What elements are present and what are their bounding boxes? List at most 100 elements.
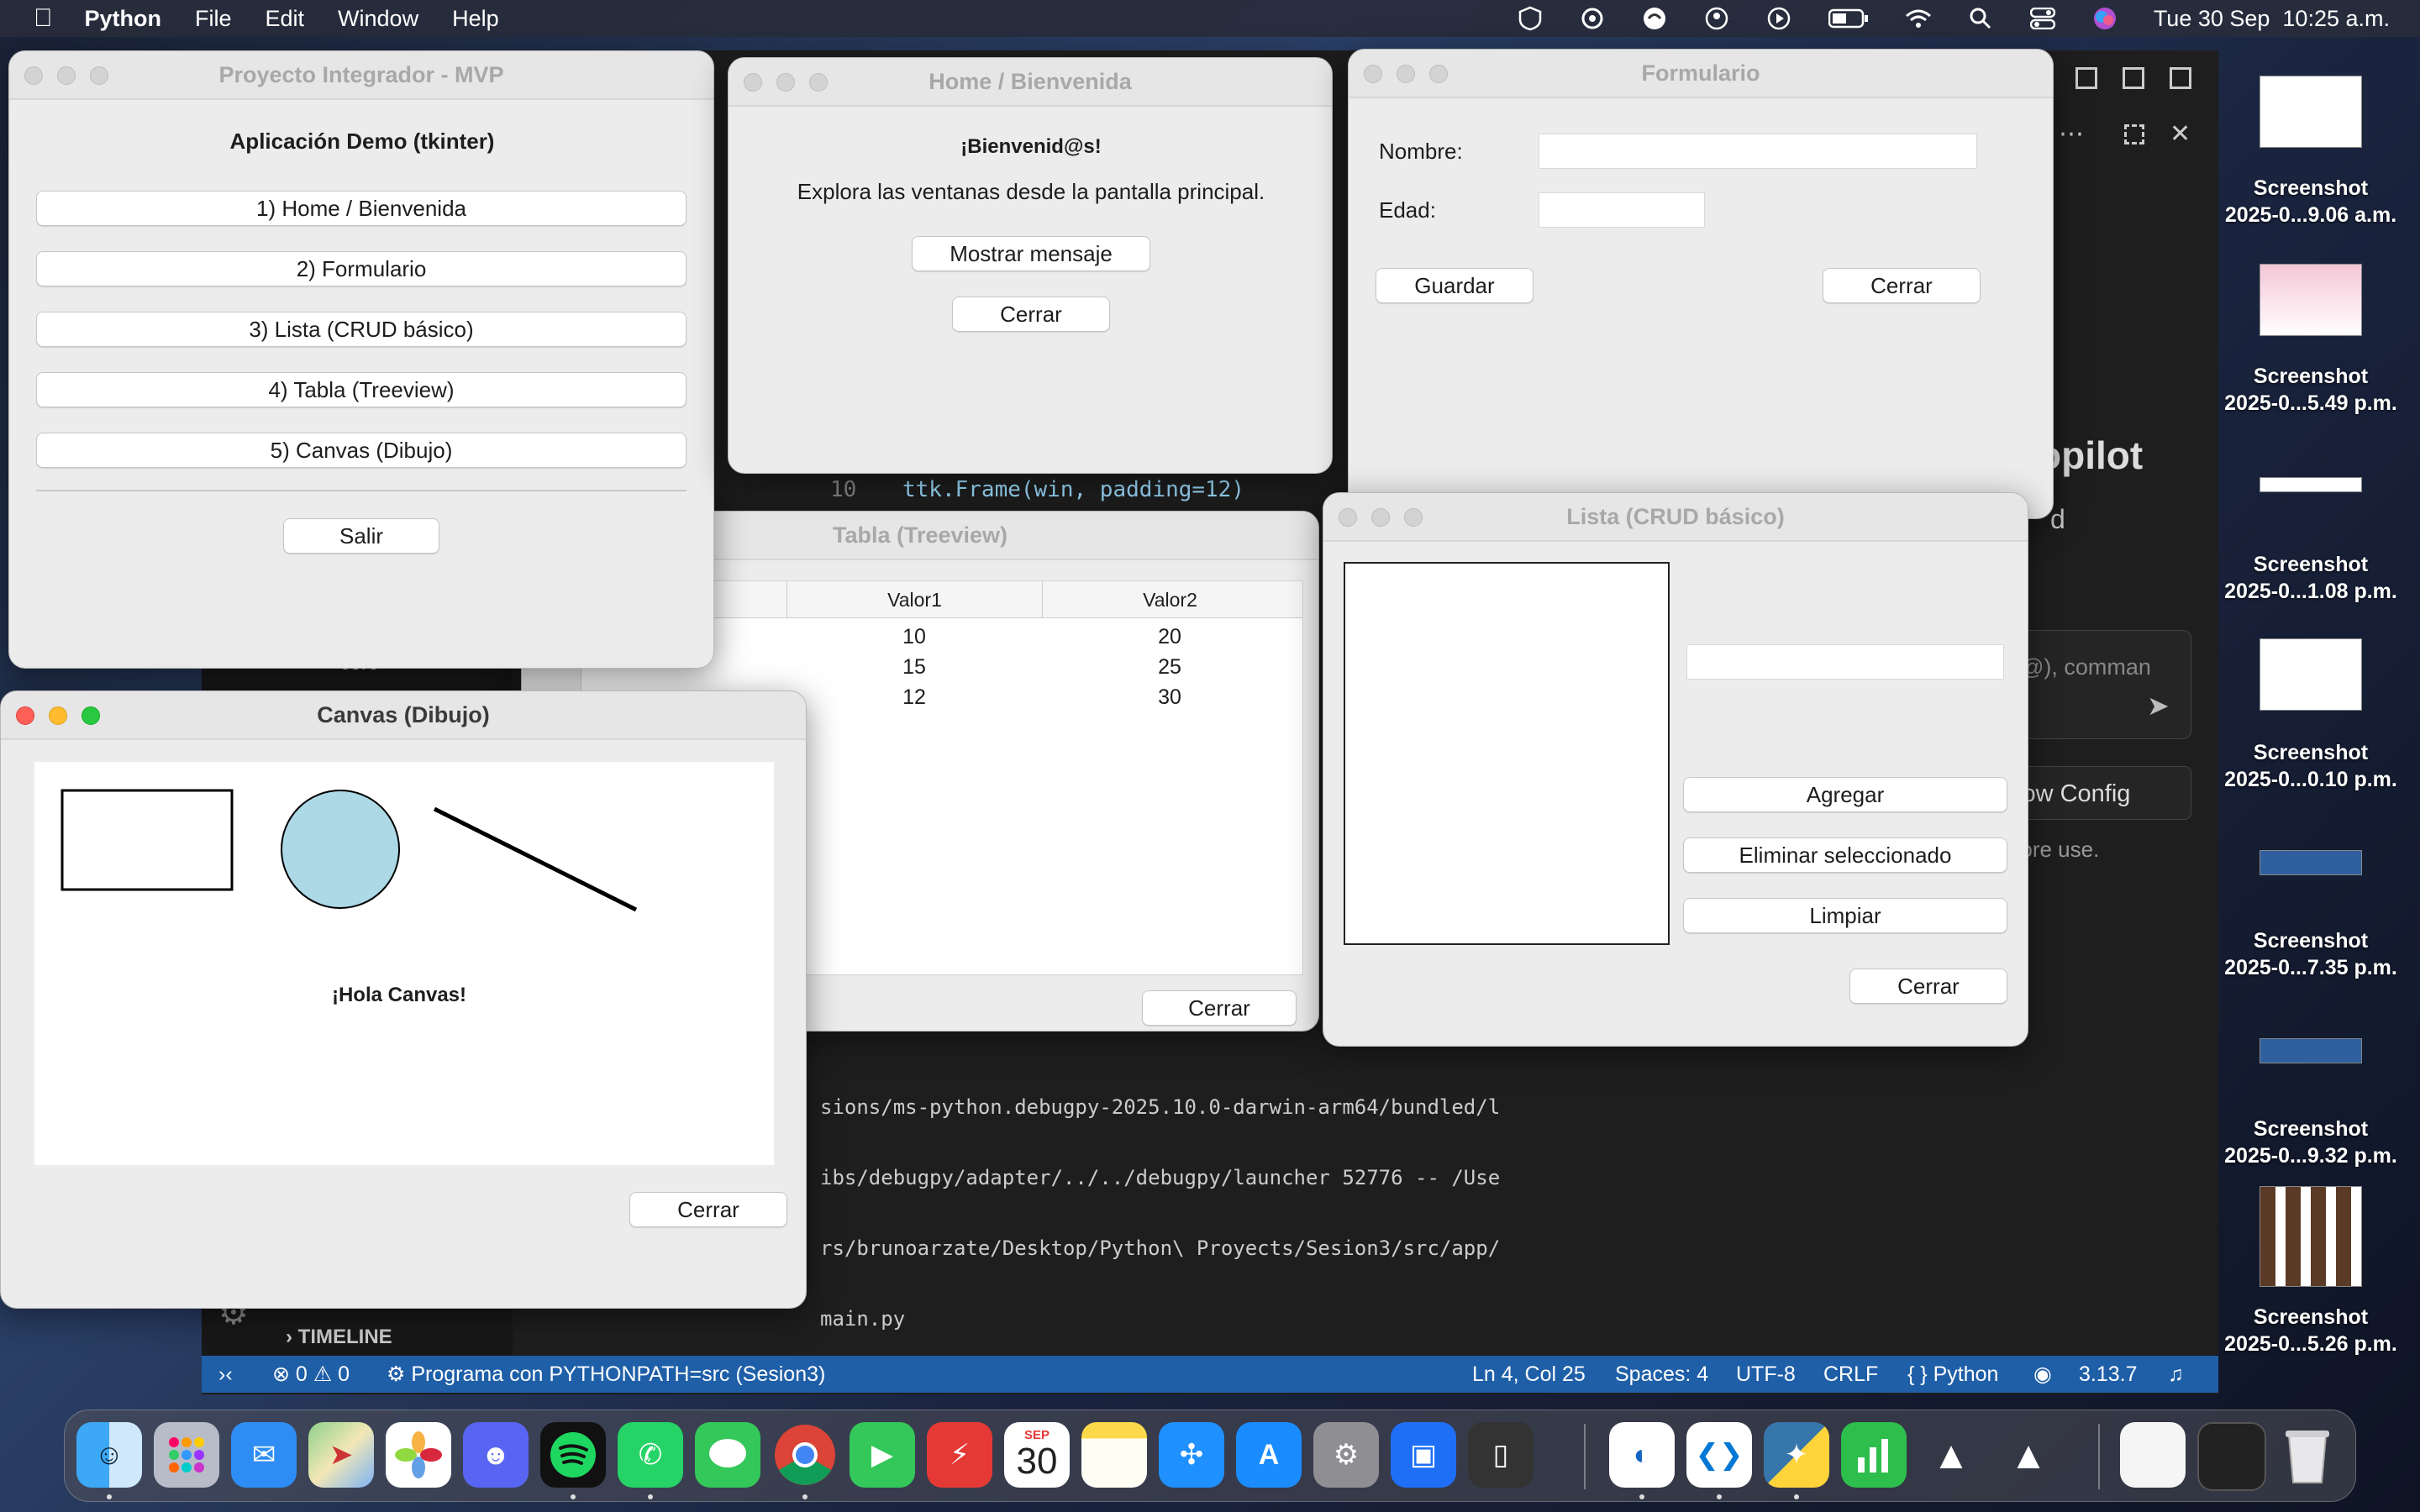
table-button[interactable]: 4) Tabla (Treeview): [36, 372, 687, 407]
title-bar[interactable]: Lista (CRUD básico): [1323, 493, 2028, 542]
screenshots-stack-icon[interactable]: [2197, 1422, 2266, 1491]
security-app-icon[interactable]: ⚡: [927, 1422, 992, 1488]
title-bar[interactable]: Home / Bienvenida: [729, 58, 1332, 107]
thumbnail-5[interactable]: [2260, 850, 2362, 875]
encoding[interactable]: UTF-8: [1736, 1356, 1796, 1393]
openvpn-icon[interactable]: ◐: [1609, 1422, 1675, 1488]
desktop-file-1[interactable]: Screenshot 2025-0...9.06 a.m.: [2210, 175, 2412, 228]
close-button[interactable]: Cerrar: [629, 1192, 787, 1227]
form-button[interactable]: 2) Formulario: [36, 251, 687, 286]
show-message-button[interactable]: Mostrar mensaje: [912, 236, 1150, 271]
vscode-icon[interactable]: ❮❯: [1686, 1422, 1752, 1488]
python-version[interactable]: 3.13.7: [2079, 1356, 2138, 1393]
trash-icon[interactable]: [2275, 1422, 2340, 1488]
title-bar[interactable]: Formulario: [1349, 50, 2053, 98]
document-stack-icon[interactable]: [2120, 1422, 2186, 1488]
listbox[interactable]: [1344, 562, 1670, 945]
clock[interactable]: Tue 30 Sep 10:25 a.m.: [2154, 6, 2390, 32]
control-center-icon[interactable]: [2029, 5, 2056, 32]
desktop-file-2[interactable]: Screenshot 2025-0...5.49 p.m.: [2210, 363, 2412, 417]
rocket-app-2-icon[interactable]: ▲: [1996, 1422, 2061, 1488]
timeline-section[interactable]: › TIMELINE: [286, 1326, 392, 1349]
indentation[interactable]: Spaces: 4: [1615, 1356, 1708, 1393]
roblox-icon[interactable]: ▣: [1391, 1422, 1456, 1488]
home-button[interactable]: 1) Home / Bienvenida: [36, 191, 687, 226]
thumbnail-4[interactable]: [2260, 638, 2362, 711]
line-ending[interactable]: CRLF: [1823, 1356, 1878, 1393]
thumbnail-7[interactable]: [2260, 1186, 2362, 1287]
list-button[interactable]: 3) Lista (CRUD básico): [36, 312, 687, 347]
delete-selected-button[interactable]: Eliminar seleccionado: [1683, 837, 2007, 873]
layout-panel-icon[interactable]: [2123, 67, 2144, 89]
safari-icon[interactable]: ✣: [1159, 1422, 1224, 1488]
battery-icon[interactable]: [1828, 5, 1870, 32]
clear-button[interactable]: Limpiar: [1683, 898, 2007, 933]
drawing-canvas[interactable]: ¡Hola Canvas!: [34, 762, 774, 1165]
photos-icon[interactable]: [386, 1422, 451, 1488]
close-button[interactable]: Cerrar: [1849, 969, 2007, 1004]
spotify-icon[interactable]: [540, 1422, 606, 1488]
maximize-icon[interactable]: [2124, 124, 2144, 144]
add-button[interactable]: Agregar: [1683, 777, 2007, 812]
cursor-position[interactable]: Ln 4, Col 25: [1472, 1356, 1586, 1393]
menu-window[interactable]: Window: [338, 6, 418, 32]
desktop-file-6[interactable]: Screenshot 2025-0...9.32 p.m.: [2210, 1116, 2412, 1169]
sync-icon[interactable]: [1641, 5, 1668, 32]
layout-sidebar-icon[interactable]: [2075, 67, 2097, 89]
column-header-valor2[interactable]: Valor2: [1042, 581, 1297, 618]
thumbnail-3[interactable]: [2260, 477, 2362, 492]
column-header-valor1[interactable]: Valor1: [786, 581, 1042, 618]
age-input[interactable]: [1539, 192, 1705, 228]
chrome-icon[interactable]: [772, 1422, 838, 1488]
search-icon[interactable]: [1967, 5, 1994, 32]
problems-indicator[interactable]: ⊗ 0 ⚠ 0: [272, 1356, 350, 1393]
desktop-file-4[interactable]: Screenshot 2025-0...0.10 p.m.: [2210, 739, 2412, 793]
canvas-button[interactable]: 5) Canvas (Dibujo): [36, 433, 687, 468]
discord-icon[interactable]: ☻: [463, 1422, 529, 1488]
facetime-icon[interactable]: ▶: [850, 1422, 915, 1488]
language-mode[interactable]: { } Python: [1907, 1356, 1998, 1393]
name-input[interactable]: [1539, 134, 1977, 169]
python-launcher-icon[interactable]: ✦: [1764, 1422, 1829, 1488]
app-menu[interactable]: Python: [85, 6, 162, 32]
launchpad-icon[interactable]: [154, 1422, 219, 1488]
title-bar[interactable]: Canvas (Dibujo): [1, 691, 806, 740]
iphone-mirroring-icon[interactable]: ▯: [1468, 1422, 1534, 1488]
desktop-file-3[interactable]: Screenshot 2025-0...1.08 p.m.: [2210, 551, 2412, 605]
wifi-icon[interactable]: [1905, 5, 1932, 32]
play-icon[interactable]: [1765, 5, 1792, 32]
menu-file[interactable]: File: [195, 6, 232, 32]
whatsapp-icon[interactable]: ✆: [618, 1422, 683, 1488]
notifications-bell-icon[interactable]: ♫: [2168, 1356, 2184, 1393]
thumbnail-1[interactable]: [2260, 76, 2362, 148]
layout-secondary-icon[interactable]: [2170, 67, 2191, 89]
numbers-icon[interactable]: [1841, 1422, 1907, 1488]
desktop-file-5[interactable]: Screenshot 2025-0...7.35 p.m.: [2210, 927, 2412, 981]
user-icon[interactable]: [1703, 5, 1730, 32]
close-button[interactable]: Cerrar: [952, 297, 1110, 332]
siri-icon[interactable]: [2091, 5, 2118, 32]
openai-icon[interactable]: [1579, 5, 1606, 32]
finder-icon[interactable]: ☺: [76, 1422, 142, 1488]
system-settings-icon[interactable]: ⚙: [1313, 1422, 1379, 1488]
menu-edit[interactable]: Edit: [266, 6, 305, 32]
desktop-file-7[interactable]: Screenshot 2025-0...5.26 p.m.: [2210, 1304, 2412, 1357]
maps-icon[interactable]: ➤: [308, 1422, 374, 1488]
more-actions-icon[interactable]: ⋯: [2059, 119, 2084, 149]
mail-icon[interactable]: ✉: [231, 1422, 297, 1488]
remote-icon[interactable]: ›‹: [218, 1356, 233, 1393]
copilot-status-icon[interactable]: ◉: [2033, 1356, 2052, 1393]
run-config[interactable]: ⚙ Programa con PYTHONPATH=src (Sesion3): [387, 1356, 825, 1393]
item-input[interactable]: [1686, 644, 2004, 680]
close-button[interactable]: Cerrar: [1823, 268, 1981, 303]
calendar-icon[interactable]: SEP 30: [1004, 1422, 1070, 1488]
close-panel-icon[interactable]: ✕: [2170, 119, 2191, 149]
title-bar[interactable]: Proyecto Integrador - MVP: [9, 51, 713, 100]
menu-help[interactable]: Help: [452, 6, 499, 32]
send-icon[interactable]: ➤: [2147, 690, 2170, 722]
apple-menu-icon[interactable]: : [34, 4, 53, 33]
rocket-app-icon[interactable]: ▲: [1918, 1422, 1984, 1488]
close-button[interactable]: Cerrar: [1142, 990, 1297, 1026]
app-store-icon[interactable]: A: [1236, 1422, 1302, 1488]
save-button[interactable]: Guardar: [1376, 268, 1534, 303]
